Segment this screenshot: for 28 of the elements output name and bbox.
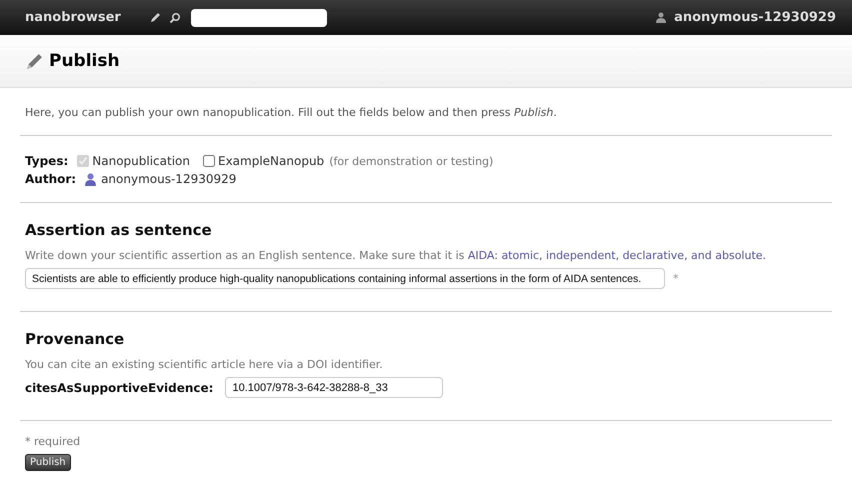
required-mark: * (673, 272, 678, 285)
input-field[interactable]: 10.1007/978-3-642-38288-8_33 (225, 377, 444, 398)
user-icon (656, 12, 666, 23)
input-field[interactable]: Scientists are able to efficiently produce high-quality nanopublications containing informal assertions in the form of AIDA sentences. (25, 268, 665, 289)
aida-link[interactable]: AIDA: atomic, independent, declarative, and absolute. (468, 249, 766, 262)
section-heading: Provenance (25, 330, 126, 348)
section-heading: Assertion as sentence (25, 221, 213, 239)
checkbox[interactable] (203, 155, 215, 167)
pencil-icon[interactable] (148, 12, 161, 24)
publish-button[interactable]: Publish (25, 454, 71, 471)
intro-text: Here, you can publish your own nanopublication. Fill out the fields below and then press Publish. (25, 106, 558, 119)
page-title: Publish (49, 51, 120, 71)
hint-text: Write down your scientific assertion as an English sentence. Make sure that it is AIDA: atomic, independent, declarative, and absolute. (25, 249, 768, 262)
user-icon (85, 172, 96, 186)
field-label: Types: (25, 154, 68, 168)
author-name: anonymous-12930929 (101, 172, 236, 186)
checkbox-label: ExampleNanopub (218, 154, 324, 168)
search-field[interactable] (190, 8, 327, 26)
field-label: Author: (25, 172, 76, 186)
brand-link[interactable]: nanobrowser (25, 10, 121, 25)
checkbox-label: Nanopublication (92, 154, 190, 168)
hint-text: You can cite an existing scientific article here via a DOI identifier. (25, 358, 384, 371)
required-note: * required (25, 435, 82, 448)
pencil-icon (26, 52, 43, 70)
field-label: citesAsSupportiveEvidence: (25, 380, 214, 394)
option-note: (for demonstration or testing) (329, 154, 494, 168)
user-link[interactable]: anonymous-12930929 (674, 10, 836, 25)
search-icon[interactable] (168, 12, 181, 24)
